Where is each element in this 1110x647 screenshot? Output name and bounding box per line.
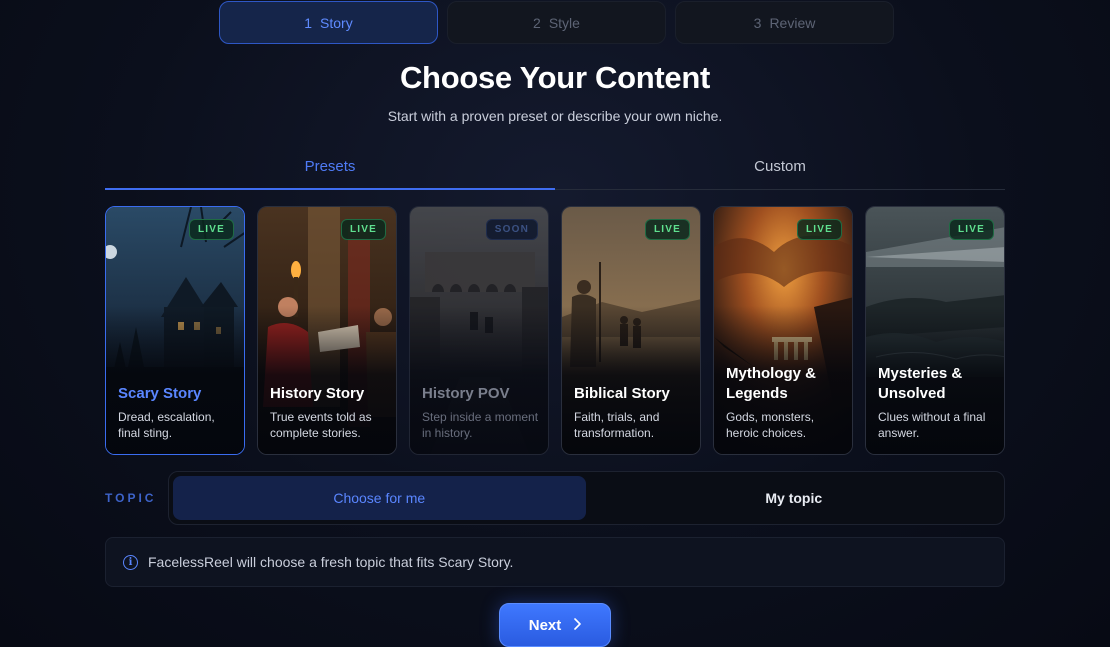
card-title: Mysteries & Unsolved: [878, 365, 963, 402]
step-review[interactable]: 3 Review: [675, 1, 894, 44]
step-label: Story: [320, 14, 353, 31]
page-title: Choose Your Content: [399, 60, 711, 95]
status-badge: LIVE: [188, 219, 234, 240]
card-description: Clues without a final answer.: [878, 410, 986, 440]
step-label: Review: [769, 14, 816, 31]
card-description: Faith, trials, and transformation.: [574, 410, 660, 440]
card-description: Gods, monsters, heroic choices.: [726, 410, 815, 440]
card-description: Dread, escalation, final sting.: [118, 410, 215, 440]
card-title: Scary Story: [118, 385, 202, 402]
preset-card-history-story[interactable]: LIVE History Story True events told as c…: [257, 206, 397, 455]
preset-cards: LIVE Scary Story Dread, escalation, fina…: [105, 206, 1005, 455]
step-style[interactable]: 2 Style: [447, 1, 666, 44]
preset-card-biblical-story[interactable]: LIVE Biblical Story Faith, trials, and t…: [561, 206, 701, 455]
status-badge: LIVE: [796, 219, 842, 240]
next-button-label: Next: [528, 616, 562, 634]
my-topic-option[interactable]: My topic: [588, 476, 1001, 520]
info-icon: i: [123, 554, 138, 570]
status-badge: LIVE: [340, 219, 386, 240]
step-number: 1: [304, 14, 313, 31]
content-tabs: Presets Custom: [105, 146, 1005, 190]
step-story[interactable]: 1 Story: [219, 1, 438, 44]
card-title: History Story: [270, 385, 365, 402]
status-badge: SOON: [485, 219, 538, 240]
choose-for-me-option[interactable]: Choose for me: [173, 476, 586, 520]
step-number: 3: [753, 14, 762, 31]
status-badge: LIVE: [644, 219, 690, 240]
wizard-stepper: 1 Story 2 Style 3 Review: [219, 1, 894, 44]
next-button[interactable]: Next: [499, 603, 611, 647]
preset-card-mysteries-unsolved[interactable]: LIVE Mysteries & Unsolved Clues without …: [865, 206, 1005, 455]
preset-card-mythology-legends[interactable]: LIVE Mythology & Legends Gods, monsters,…: [713, 206, 853, 455]
card-description: Step inside a moment in history.: [422, 410, 539, 440]
card-description: True events told as complete stories.: [270, 410, 372, 440]
preset-card-scary-story[interactable]: LIVE Scary Story Dread, escalation, fina…: [105, 206, 245, 455]
topic-info-box: i FacelessReel will choose a fresh topic…: [105, 537, 1005, 587]
card-title: Biblical Story: [574, 385, 670, 402]
topic-label: TOPIC: [105, 491, 157, 505]
preset-card-history-pov[interactable]: SOON History POV Step inside a moment in…: [409, 206, 549, 455]
step-label: Style: [548, 14, 580, 31]
topic-toggle: Choose for me My topic: [168, 471, 1005, 525]
card-title: History POV: [422, 385, 510, 402]
page-subtitle: Start with a proven preset or describe y…: [387, 108, 723, 124]
info-text: FacelessReel will choose a fresh topic t…: [148, 554, 514, 570]
card-title: Mythology & Legends: [726, 365, 816, 402]
chevron-right-icon: [573, 617, 582, 634]
tab-presets[interactable]: Presets: [105, 146, 555, 190]
status-badge: LIVE: [948, 219, 994, 240]
step-number: 2: [533, 14, 541, 31]
tab-custom[interactable]: Custom: [555, 146, 1005, 189]
